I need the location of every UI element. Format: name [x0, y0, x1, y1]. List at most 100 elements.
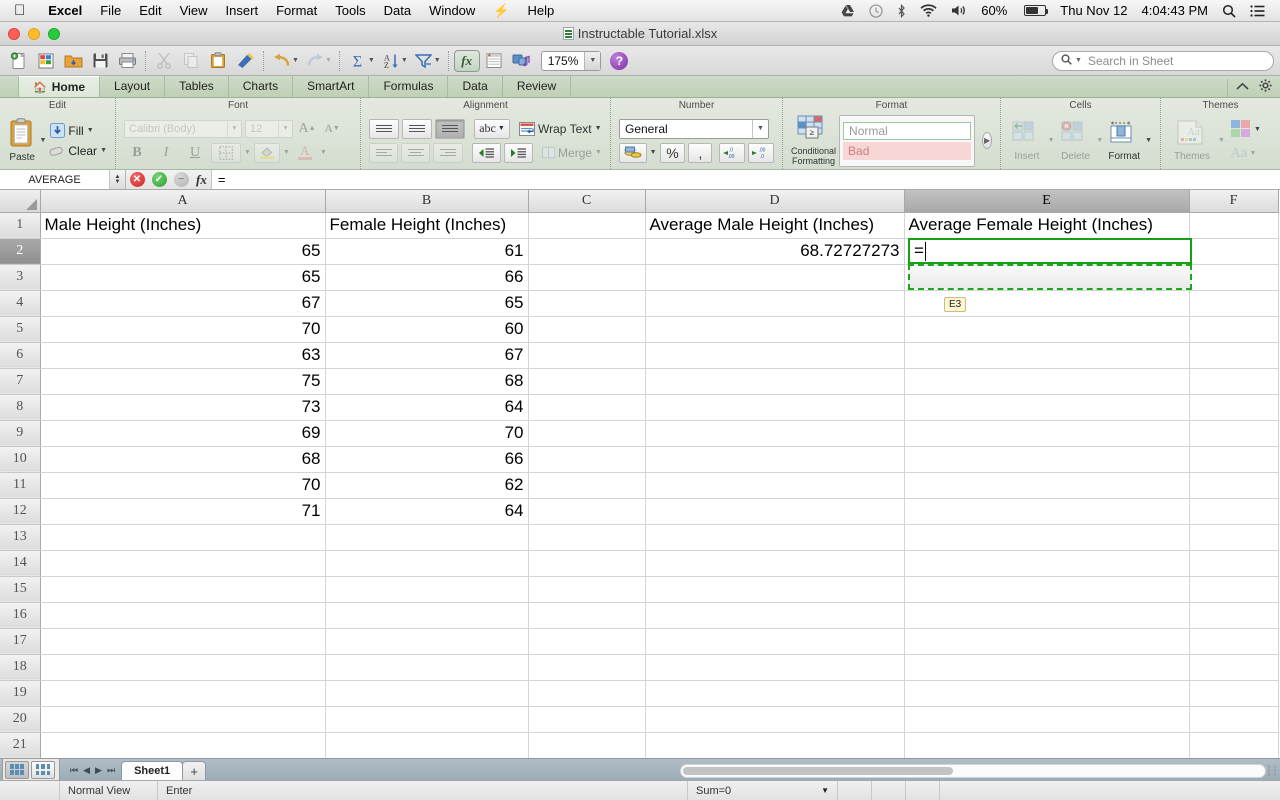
row-header-19[interactable]: 19	[0, 680, 41, 707]
format-cells-button[interactable]: Format	[1106, 120, 1142, 162]
row-header-18[interactable]: 18	[0, 654, 41, 681]
number-format-caret[interactable]: ▼	[752, 119, 768, 138]
cell-E7[interactable]	[904, 368, 1190, 395]
cell-C2[interactable]	[528, 238, 646, 265]
row-header-10[interactable]: 10	[0, 446, 41, 473]
tab-smartart[interactable]: SmartArt	[293, 76, 370, 97]
cell-F21[interactable]	[1189, 732, 1279, 758]
menu-format[interactable]: Format	[267, 0, 326, 22]
cell-F8[interactable]	[1189, 394, 1279, 421]
cell-F1[interactable]	[1189, 212, 1279, 239]
sort-dropdown-caret[interactable]: ▼	[401, 57, 408, 64]
close-window-button[interactable]	[8, 27, 20, 40]
sum-status-dropdown[interactable]: Sum=0 ▼	[688, 780, 838, 800]
align-right-button[interactable]	[433, 142, 463, 163]
google-drive-icon[interactable]	[834, 4, 862, 17]
borders-dropdown-caret[interactable]: ▼	[244, 149, 251, 156]
row-header-2[interactable]: 2	[0, 238, 41, 265]
menu-file[interactable]: File	[91, 0, 130, 22]
bolt-icon[interactable]: ⚡	[484, 0, 518, 22]
cell-B18[interactable]	[325, 654, 529, 681]
cell-D12[interactable]	[645, 498, 905, 525]
tab-layout[interactable]: Layout	[100, 76, 166, 97]
cell-C18[interactable]	[528, 654, 646, 681]
cell-A18[interactable]	[40, 654, 326, 681]
align-center-button[interactable]	[401, 142, 431, 163]
open-workbook-icon[interactable]	[33, 49, 59, 73]
menu-data[interactable]: Data	[375, 0, 420, 22]
sheet-nav-arrows[interactable]: ⏮ ◀ ▶ ⏭	[70, 765, 115, 780]
cell-D19[interactable]	[645, 680, 905, 707]
cell-A12[interactable]: 71	[40, 498, 326, 525]
cell-C14[interactable]	[528, 550, 646, 577]
cell-B6[interactable]: 67	[325, 342, 529, 369]
cell-B21[interactable]	[325, 732, 529, 758]
cell-E11[interactable]	[904, 472, 1190, 499]
tab-formulas[interactable]: Formulas	[369, 76, 449, 97]
cell-A16[interactable]	[40, 602, 326, 629]
tab-tables[interactable]: Tables	[165, 76, 229, 97]
fill-button[interactable]: Fill ▼	[49, 123, 107, 139]
cell-E10[interactable]	[904, 446, 1190, 473]
menu-excel[interactable]: Excel	[39, 0, 91, 22]
cell-A17[interactable]	[40, 628, 326, 655]
cell-B13[interactable]	[325, 524, 529, 551]
cell-C12[interactable]	[528, 498, 646, 525]
tab-home[interactable]: 🏠 Home	[18, 76, 101, 97]
cell-B14[interactable]	[325, 550, 529, 577]
cell-A2[interactable]: 65	[40, 238, 326, 265]
minimize-window-button[interactable]	[28, 27, 40, 40]
cell-B2[interactable]: 61	[325, 238, 529, 265]
new-workbook-icon[interactable]	[6, 49, 32, 73]
italic-button[interactable]: I	[153, 143, 179, 163]
menu-help[interactable]: Help	[519, 0, 564, 22]
active-cell-editor[interactable]: =	[908, 238, 1192, 264]
font-color-caret[interactable]: ▼	[320, 149, 327, 156]
styles-more-button[interactable]: ▶	[982, 132, 992, 149]
merge-caret[interactable]: ▼	[595, 149, 602, 156]
help-icon[interactable]: ?	[610, 51, 629, 70]
cell-E21[interactable]	[904, 732, 1190, 758]
menu-tools[interactable]: Tools	[326, 0, 374, 22]
cell-B1[interactable]: Female Height (Inches)	[325, 212, 529, 239]
tab-charts[interactable]: Charts	[229, 76, 294, 97]
cell-A14[interactable]	[40, 550, 326, 577]
formula-builder-icon[interactable]: fx	[453, 49, 480, 72]
orientation-button[interactable]: abc ▼	[474, 118, 510, 139]
row-header-6[interactable]: 6	[0, 342, 41, 369]
battery-icon[interactable]	[1014, 5, 1053, 16]
cell-B3[interactable]: 66	[325, 264, 529, 291]
wrap-text-button[interactable]: Wrap Text ▼	[519, 119, 602, 139]
delete-caret[interactable]: ▼	[1096, 137, 1103, 144]
menu-edit[interactable]: Edit	[130, 0, 170, 22]
open-recent-icon[interactable]	[60, 49, 86, 73]
time-machine-icon[interactable]	[862, 3, 890, 18]
row-header-21[interactable]: 21	[0, 732, 41, 758]
theme-fonts-button[interactable]: Aa ▼	[1230, 145, 1261, 162]
cell-D5[interactable]	[645, 316, 905, 343]
cell-F12[interactable]	[1189, 498, 1279, 525]
fill-dropdown-caret[interactable]: ▼	[87, 127, 94, 134]
wrap-text-caret[interactable]: ▼	[595, 125, 602, 132]
cell-C17[interactable]	[528, 628, 646, 655]
menu-insert[interactable]: Insert	[217, 0, 268, 22]
copy-icon[interactable]	[178, 49, 204, 73]
font-size-select[interactable]: 12 ▼	[245, 119, 293, 138]
bold-button[interactable]: B	[124, 143, 150, 163]
row-header-14[interactable]: 14	[0, 550, 41, 577]
cell-B8[interactable]: 64	[325, 394, 529, 421]
font-family-caret[interactable]: ▼	[227, 120, 241, 137]
cell-F2[interactable]	[1189, 238, 1279, 265]
cell-E5[interactable]	[904, 316, 1190, 343]
cell-D11[interactable]	[645, 472, 905, 499]
wifi-icon[interactable]	[913, 4, 944, 17]
row-header-4[interactable]: 4	[0, 290, 41, 317]
underline-button[interactable]: U	[182, 143, 208, 163]
format-painter-icon[interactable]	[232, 49, 258, 73]
percent-style-button[interactable]: %	[659, 142, 686, 163]
cell-B12[interactable]: 64	[325, 498, 529, 525]
volume-icon[interactable]	[944, 4, 974, 17]
redo-dropdown-caret[interactable]: ▼	[325, 57, 332, 64]
fx-icon[interactable]: fx	[192, 172, 211, 188]
cell-C1[interactable]	[528, 212, 646, 239]
